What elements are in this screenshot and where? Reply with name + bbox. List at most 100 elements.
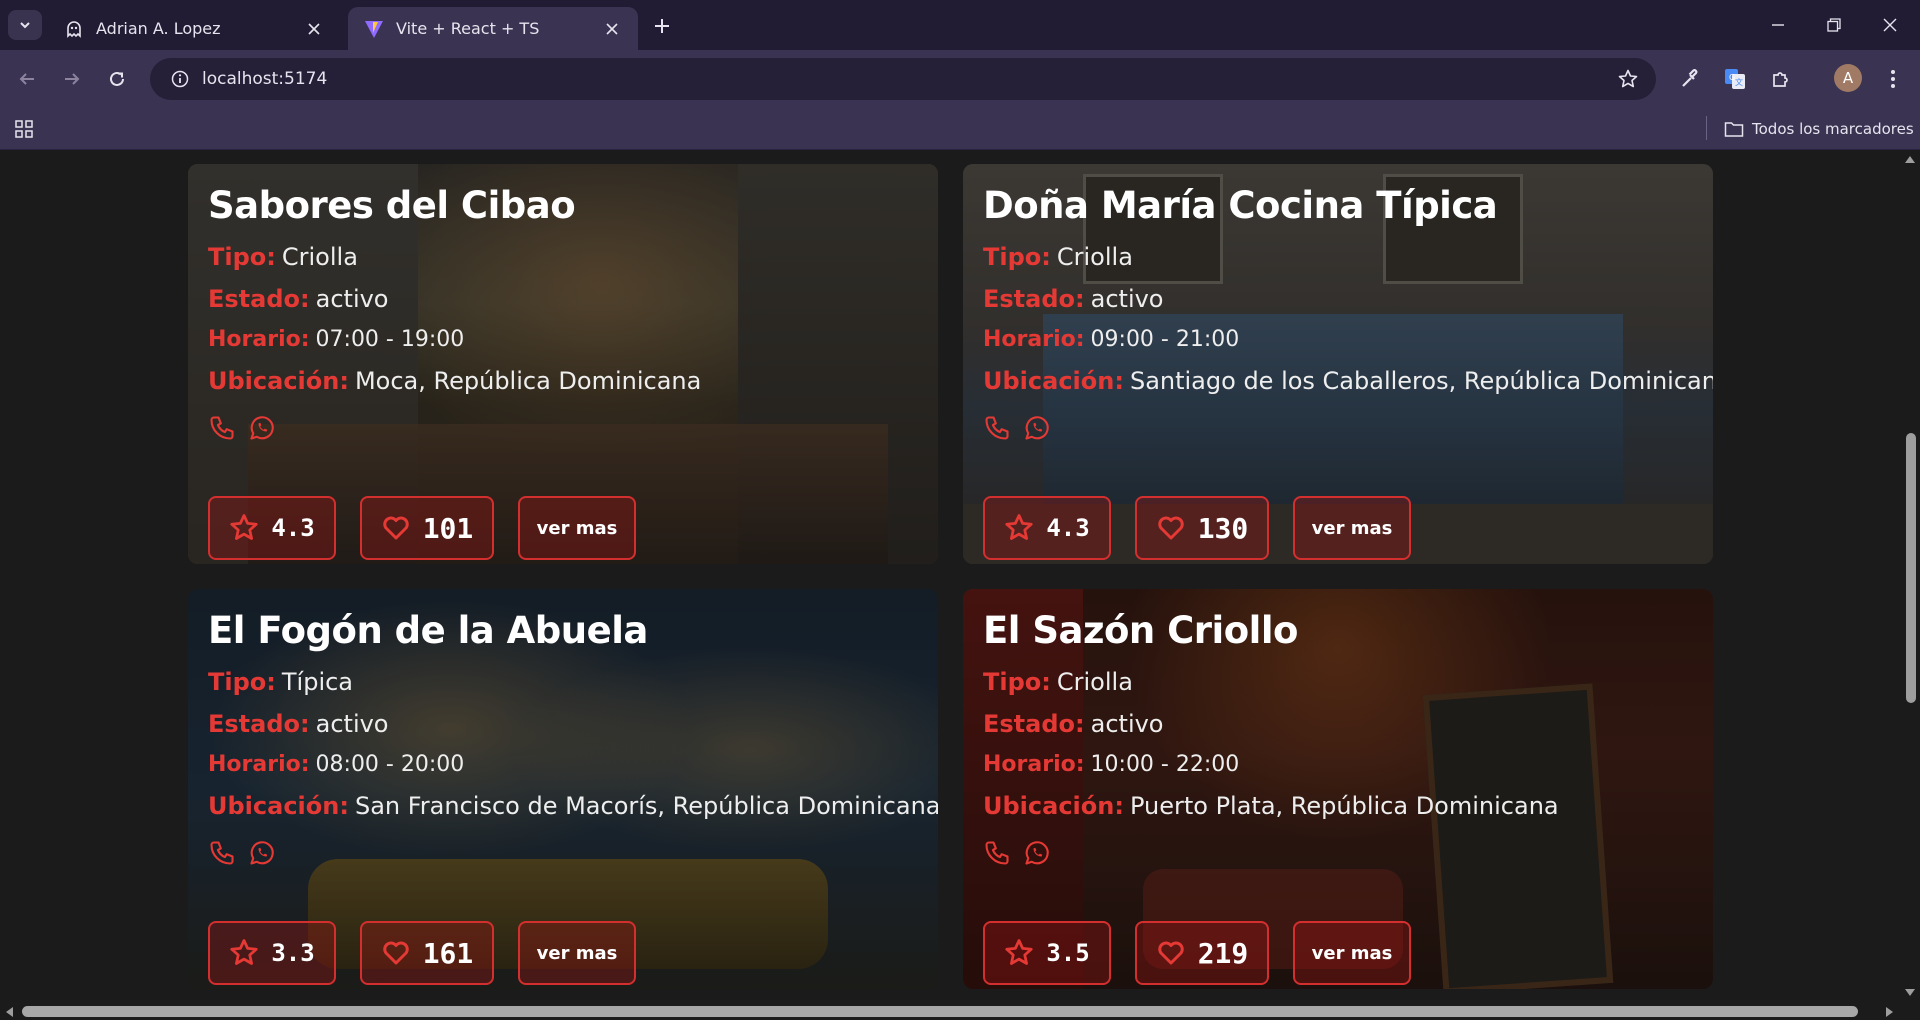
chevron-down-icon	[20, 22, 30, 29]
horario-row: Horario: 09:00 - 21:00	[983, 320, 1693, 360]
heart-icon	[1157, 941, 1184, 965]
page-viewport: Sabores del Cibao Tipo: Criolla Estado: ac…	[0, 151, 1920, 1020]
scroll-right-arrow-icon[interactable]	[1886, 1007, 1894, 1017]
scroll-left-arrow-icon[interactable]	[5, 1007, 13, 1017]
apps-grid-icon[interactable]	[12, 117, 36, 141]
estado-value: activo	[315, 710, 389, 738]
tipo-value: Criolla	[1056, 668, 1133, 696]
forward-button[interactable]	[55, 62, 89, 96]
like-button[interactable]: 101	[360, 496, 494, 560]
ghost-icon	[64, 19, 84, 39]
horario-row: Horario: 10:00 - 22:00	[983, 745, 1693, 785]
horario-row: Horario: 08:00 - 20:00	[208, 745, 918, 785]
like-button[interactable]: 130	[1135, 496, 1269, 560]
phone-icon[interactable]	[983, 414, 1011, 442]
estado-label: Estado:	[983, 285, 1085, 313]
ver-mas-button[interactable]: ver mas	[1293, 921, 1411, 985]
rating-value: 3.3	[271, 939, 315, 967]
site-info-icon[interactable]	[158, 70, 202, 88]
browser-tab-vite[interactable]: Vite + React + TS	[348, 7, 638, 50]
google-translate-button[interactable]: G文	[1718, 62, 1752, 96]
horario-value: 10:00 - 22:00	[1090, 752, 1240, 777]
rating-button[interactable]: 4.3	[208, 496, 336, 560]
bookmark-star-icon[interactable]	[1608, 69, 1648, 89]
ubicacion-row: Ubicación: Puerto Plata, República Domini…	[983, 785, 1693, 827]
close-tab-icon[interactable]	[304, 19, 324, 39]
close-window-button[interactable]	[1862, 0, 1918, 50]
like-button[interactable]: 161	[360, 921, 494, 985]
ubicacion-label: Ubicación:	[983, 792, 1124, 820]
reload-button[interactable]	[100, 62, 134, 96]
likes-count: 130	[1197, 511, 1249, 545]
tipo-value: Típica	[281, 668, 354, 696]
restaurant-card: Sabores del Cibao Tipo: Criolla Estado: ac…	[188, 164, 938, 564]
new-tab-button[interactable]	[648, 12, 676, 40]
horario-value: 07:00 - 19:00	[315, 327, 465, 352]
translate-icon: G文	[1725, 69, 1745, 89]
whatsapp-icon[interactable]	[248, 414, 276, 442]
ver-mas-button[interactable]: ver mas	[518, 496, 636, 560]
eyedropper-extension-button[interactable]	[1673, 62, 1707, 96]
tipo-value: Criolla	[281, 243, 358, 271]
profile-avatar[interactable]: A	[1834, 64, 1862, 92]
like-button[interactable]: 219	[1135, 921, 1269, 985]
contact-links	[208, 408, 918, 448]
star-icon	[230, 939, 258, 965]
estado-label: Estado:	[983, 710, 1085, 738]
extensions-button[interactable]	[1764, 62, 1798, 96]
card-actions: 4.3 101 ver mas	[208, 496, 660, 560]
horario-label: Horario:	[208, 327, 310, 352]
all-bookmarks-button[interactable]: Todos los marcadores	[1724, 116, 1914, 142]
estado-row: Estado: activo	[208, 703, 918, 745]
url-text[interactable]: localhost:5174	[202, 69, 1608, 89]
restaurant-card: El Sazón Criollo Tipo: Criolla Estado: act…	[963, 589, 1713, 989]
phone-icon[interactable]	[208, 414, 236, 442]
estado-row: Estado: activo	[208, 278, 918, 320]
rating-button[interactable]: 3.5	[983, 921, 1111, 985]
ubicacion-value: Santiago de los Caballeros, República Do…	[1129, 367, 1713, 395]
tipo-row: Tipo: Típica	[208, 661, 918, 703]
card-actions: 4.3 130 ver mas	[983, 496, 1435, 560]
tipo-value: Criolla	[1056, 243, 1133, 271]
restaurant-card: Doña María Cocina Típica Tipo: Criolla Es…	[963, 164, 1713, 564]
arrow-right-icon	[65, 73, 80, 85]
plus-icon	[655, 19, 669, 33]
whatsapp-icon[interactable]	[1023, 839, 1051, 867]
ver-mas-button[interactable]: ver mas	[1293, 496, 1411, 560]
browser-tab-adrian[interactable]: Adrian A. Lopez	[48, 7, 340, 50]
rating-button[interactable]: 4.3	[983, 496, 1111, 560]
tipo-label: Tipo:	[983, 668, 1051, 696]
horario-label: Horario:	[208, 752, 310, 777]
horizontal-scrollbar-thumb[interactable]	[22, 1006, 1858, 1017]
arrow-left-icon	[19, 73, 34, 85]
back-button[interactable]	[10, 62, 44, 96]
restaurant-name: Sabores del Cibao	[208, 184, 576, 227]
estado-value: activo	[315, 285, 389, 313]
ubicacion-label: Ubicación:	[208, 792, 349, 820]
heart-icon	[382, 516, 409, 540]
rating-value: 4.3	[271, 514, 315, 542]
restaurant-card: El Fogón de la Abuela Tipo: Típica Estado…	[188, 589, 938, 989]
address-bar[interactable]: localhost:5174	[150, 58, 1656, 100]
minimize-button[interactable]	[1750, 0, 1806, 50]
restore-button[interactable]	[1806, 0, 1862, 50]
likes-count: 219	[1197, 936, 1249, 970]
browser-menu-button[interactable]	[1876, 62, 1910, 96]
scroll-up-arrow-icon[interactable]	[1905, 155, 1915, 163]
bookmarks-divider	[1706, 116, 1707, 140]
rating-button[interactable]: 3.3	[208, 921, 336, 985]
vertical-scrollbar-thumb[interactable]	[1906, 433, 1916, 703]
phone-icon[interactable]	[983, 839, 1011, 867]
close-tab-icon[interactable]	[602, 19, 622, 39]
restore-icon	[1827, 18, 1841, 32]
tipo-label: Tipo:	[208, 243, 276, 271]
whatsapp-icon[interactable]	[248, 839, 276, 867]
whatsapp-icon[interactable]	[1023, 414, 1051, 442]
scroll-down-arrow-icon[interactable]	[1905, 989, 1915, 997]
tab-search-button[interactable]	[8, 10, 42, 40]
phone-icon[interactable]	[208, 839, 236, 867]
more-vertical-icon	[1891, 70, 1895, 88]
ver-mas-button[interactable]: ver mas	[518, 921, 636, 985]
estado-label: Estado:	[208, 710, 310, 738]
ubicacion-row: Ubicación: Moca, República Dominicana	[208, 360, 918, 402]
